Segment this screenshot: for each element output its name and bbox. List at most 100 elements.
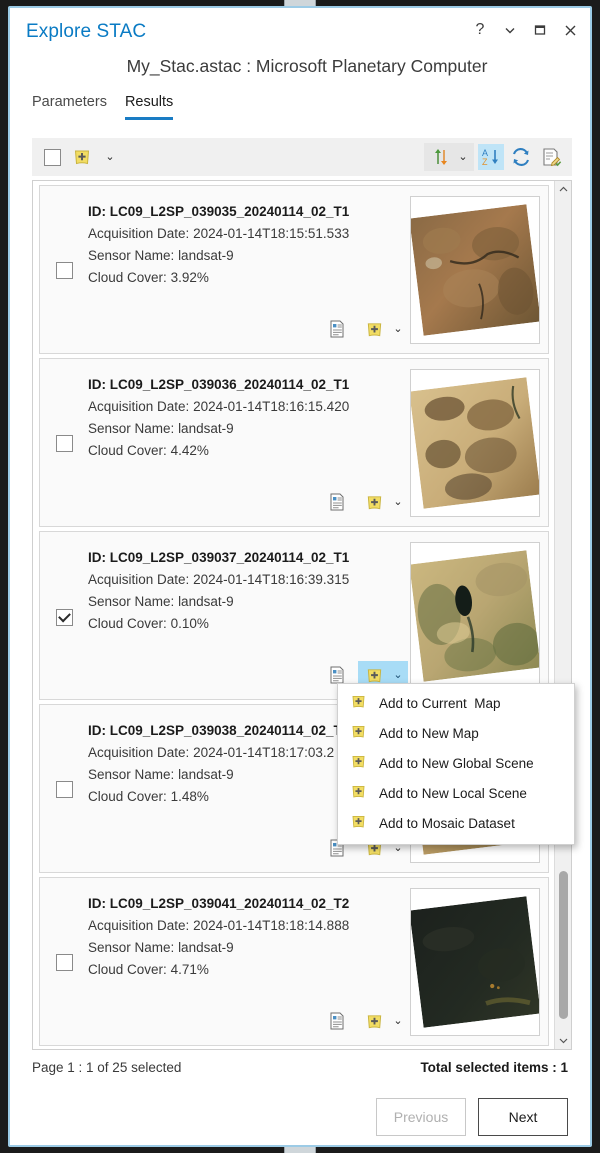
add-data-group: ⌄ bbox=[358, 315, 408, 343]
result-cloud-cover: Cloud Cover: 3.92% bbox=[88, 270, 396, 285]
menu-item-add-to-new-map[interactable]: Add to New Map bbox=[338, 718, 574, 748]
result-sensor: Sensor Name: landsat-9 bbox=[88, 248, 396, 263]
add-data-icon[interactable] bbox=[69, 144, 95, 170]
result-sensor: Sensor Name: landsat-9 bbox=[88, 594, 396, 609]
scroll-down-icon[interactable] bbox=[555, 1032, 571, 1049]
menu-item-add-to-current-map[interactable]: Add to Current Map bbox=[338, 688, 574, 718]
result-checkbox-wrap bbox=[56, 781, 73, 803]
result-checkbox[interactable] bbox=[56, 609, 73, 626]
explore-stac-panel: Explore STAC ? My_Stac.astac: Microsoft… bbox=[8, 6, 592, 1147]
menu-item-add-to-new-global-scene[interactable]: Add to New Global Scene bbox=[338, 748, 574, 778]
result-checkbox[interactable] bbox=[56, 435, 73, 452]
select-all-checkbox[interactable] bbox=[44, 148, 61, 166]
result-id-value: LC09_L2SP_039036_20240114_02_T1 bbox=[109, 377, 350, 392]
scrollbar-thumb[interactable] bbox=[559, 871, 568, 1019]
result-card[interactable]: ID: LC09_L2SP_039036_20240114_02_T1 Acqu… bbox=[39, 358, 549, 527]
result-info: ID: LC09_L2SP_039037_20240114_02_T1 Acqu… bbox=[88, 550, 396, 638]
result-checkbox[interactable] bbox=[56, 781, 73, 798]
results-scrollbar[interactable] bbox=[554, 181, 571, 1049]
sensor-value: landsat-9 bbox=[178, 767, 234, 782]
chevron-down-icon[interactable] bbox=[500, 20, 520, 40]
results-list: ID: LC09_L2SP_039035_20240114_02_T1 Acqu… bbox=[32, 180, 572, 1050]
sensor-value: landsat-9 bbox=[178, 940, 234, 955]
view-details-icon[interactable] bbox=[325, 1009, 351, 1033]
result-id-value: LC09_L2SP_039041_20240114_02_T2 bbox=[109, 896, 350, 911]
result-checkbox[interactable] bbox=[56, 954, 73, 971]
result-thumbnail-frame bbox=[410, 888, 540, 1036]
refresh-icon[interactable] bbox=[508, 144, 534, 170]
add-data-icon[interactable] bbox=[361, 1009, 387, 1033]
add-data-group: ⌄ bbox=[358, 1007, 408, 1035]
page-title: Explore STAC bbox=[26, 21, 147, 42]
sort-az-icon[interactable]: A Z bbox=[478, 144, 504, 170]
view-details-icon[interactable] bbox=[325, 490, 351, 514]
tab-results[interactable]: Results bbox=[124, 94, 174, 120]
sort-direction-group[interactable]: ⌄ bbox=[424, 143, 474, 171]
result-card[interactable]: ID: LC09_L2SP_039037_20240114_02_T1 Acqu… bbox=[39, 531, 549, 700]
maximize-icon[interactable] bbox=[530, 20, 550, 40]
title-bar: Explore STAC ? bbox=[10, 8, 590, 52]
acquisition-label: Acquisition Date: bbox=[88, 918, 190, 933]
acquisition-value: 2024-01-14T18:17:03.2 bbox=[193, 745, 335, 760]
acquisition-label: Acquisition Date: bbox=[88, 399, 190, 414]
result-info: ID: LC09_L2SP_039035_20240114_02_T1 Acqu… bbox=[88, 204, 396, 292]
result-checkbox[interactable] bbox=[56, 262, 73, 279]
add-data-chevron-down-icon[interactable]: ⌄ bbox=[391, 669, 405, 681]
page-info: Page 1 : 1 of 25 selected bbox=[32, 1060, 182, 1075]
result-actions: ⌄ bbox=[325, 315, 408, 343]
result-cloud-cover: Cloud Cover: 4.71% bbox=[88, 962, 396, 977]
add-data-chevron-down-icon[interactable]: ⌄ bbox=[391, 496, 405, 508]
scroll-up-icon[interactable] bbox=[555, 181, 571, 198]
result-id: ID: LC09_L2SP_039037_20240114_02_T1 bbox=[88, 550, 396, 565]
add-data-chevron-down-icon[interactable]: ⌄ bbox=[391, 1015, 405, 1027]
cloud-label: Cloud Cover: bbox=[88, 443, 167, 458]
result-id-value: LC09_L2SP_039035_20240114_02_T1 bbox=[109, 204, 350, 219]
result-acquisition: Acquisition Date: 2024-01-14T18:16:15.42… bbox=[88, 399, 396, 414]
help-icon[interactable]: ? bbox=[470, 20, 490, 40]
acquisition-value: 2024-01-14T18:16:15.420 bbox=[193, 399, 350, 414]
result-thumbnail bbox=[411, 550, 539, 682]
result-card[interactable]: ID: LC09_L2SP_039035_20240114_02_T1 Acqu… bbox=[39, 185, 549, 354]
add-data-icon[interactable] bbox=[361, 490, 387, 514]
add-data-chevron-down-icon[interactable]: ⌄ bbox=[391, 323, 405, 335]
result-info: ID: LC09_L2SP_039036_20240114_02_T1 Acqu… bbox=[88, 377, 396, 465]
result-checkbox-wrap bbox=[56, 435, 73, 457]
result-checkbox-wrap bbox=[56, 262, 73, 284]
total-selected-items: Total selected items : 1 bbox=[420, 1060, 568, 1075]
previous-button[interactable]: Previous bbox=[376, 1098, 466, 1136]
view-details-icon[interactable] bbox=[325, 317, 351, 341]
report-edit-icon[interactable] bbox=[538, 144, 564, 170]
menu-item-add-to-new-local-scene[interactable]: Add to New Local Scene bbox=[338, 778, 574, 808]
cloud-label: Cloud Cover: bbox=[88, 270, 167, 285]
sort-updown-icon[interactable] bbox=[428, 144, 454, 170]
cloud-value: 3.92% bbox=[170, 270, 209, 285]
result-thumbnail bbox=[411, 204, 539, 336]
sensor-value: landsat-9 bbox=[178, 248, 234, 263]
tab-parameters[interactable]: Parameters bbox=[32, 94, 107, 120]
close-icon[interactable] bbox=[560, 20, 580, 40]
result-thumbnail bbox=[411, 896, 539, 1028]
result-card[interactable]: ID: LC09_L2SP_039041_20240114_02_T2 Acqu… bbox=[39, 877, 549, 1046]
acquisition-label: Acquisition Date: bbox=[88, 745, 190, 760]
result-id: ID: LC09_L2SP_039041_20240114_02_T2 bbox=[88, 896, 396, 911]
add-data-icon[interactable] bbox=[361, 317, 387, 341]
result-sensor: Sensor Name: landsat-9 bbox=[88, 940, 396, 955]
menu-item-add-to-mosaic-dataset[interactable]: Add to Mosaic Dataset bbox=[338, 808, 574, 838]
result-actions: ⌄ bbox=[325, 1007, 408, 1035]
result-id-label: ID: bbox=[88, 896, 106, 911]
svg-text:Z: Z bbox=[482, 157, 488, 167]
result-actions: ⌄ bbox=[325, 488, 408, 516]
footer-status: Page 1 : 1 of 25 selected Total selected… bbox=[32, 1060, 568, 1075]
result-id: ID: LC09_L2SP_039035_20240114_02_T1 bbox=[88, 204, 396, 219]
next-button[interactable]: Next bbox=[478, 1098, 568, 1136]
sort-direction-chevron-down-icon[interactable]: ⌄ bbox=[456, 151, 470, 163]
result-id-label: ID: bbox=[88, 723, 106, 738]
result-checkbox-wrap bbox=[56, 954, 73, 976]
sensor-value: landsat-9 bbox=[178, 594, 234, 609]
add-data-icon bbox=[350, 693, 367, 713]
add-data-group: ⌄ bbox=[358, 488, 408, 516]
add-data-icon bbox=[350, 813, 367, 833]
add-data-chevron-down-icon[interactable]: ⌄ bbox=[103, 151, 117, 163]
pagination-buttons: Previous Next bbox=[376, 1098, 568, 1136]
acquisition-value: 2024-01-14T18:15:51.533 bbox=[193, 226, 350, 241]
